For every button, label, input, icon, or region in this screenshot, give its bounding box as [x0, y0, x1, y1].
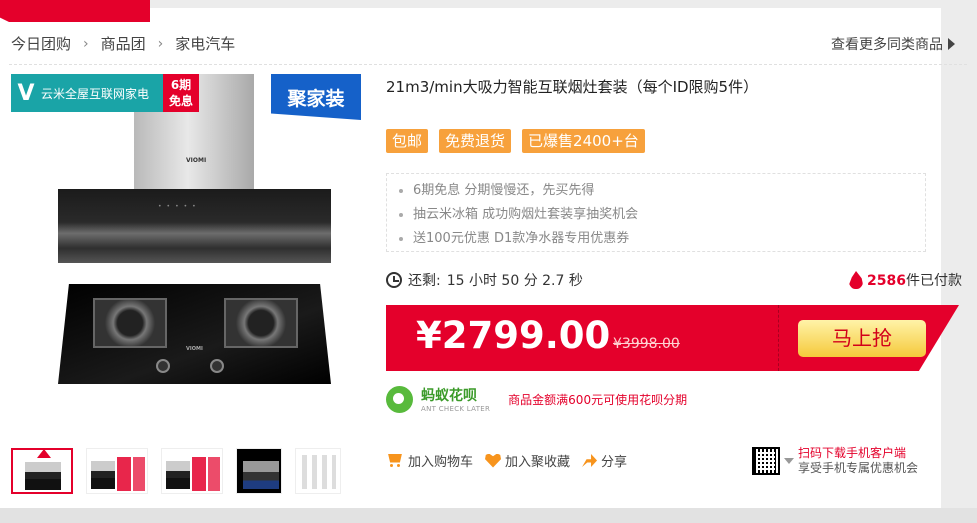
tag-free-shipping: 包邮: [386, 129, 429, 153]
jujia-tag: 聚家装: [271, 74, 361, 120]
hood-body: •••••: [58, 189, 331, 263]
brand-banner-text: 云米全屋互联网家电: [41, 86, 150, 101]
more-similar-link[interactable]: 查看更多同类商品: [831, 34, 955, 54]
heart-icon: [485, 453, 502, 468]
breadcrumb-today-groupbuy[interactable]: 今日团购: [11, 33, 71, 54]
gas-hob: VIOMI: [58, 284, 331, 384]
cart-icon: [386, 454, 404, 468]
huabei-logo-icon: [386, 385, 413, 413]
tag-sold-count: 已爆售2400+台: [522, 129, 645, 153]
original-price: ¥3998.00: [613, 336, 680, 352]
thumbnail-image: [166, 461, 190, 489]
share-button[interactable]: 分享: [582, 451, 627, 470]
thumbnail-image: [117, 457, 131, 491]
thumbnail-strip: [11, 448, 341, 494]
brand-banner: V 云米全屋互联网家电 6期 免息: [11, 74, 199, 112]
buy-now-button[interactable]: 马上抢: [798, 320, 926, 357]
installment-badge: 6期 免息: [163, 74, 199, 112]
thumbnail-image: [192, 457, 206, 491]
add-to-favorites-label: 加入聚收藏: [505, 455, 571, 470]
add-to-cart-label: 加入购物车: [408, 455, 474, 470]
caret-down-icon: [784, 458, 794, 464]
hob-logo: VIOMI: [186, 346, 203, 352]
breadcrumb-appliances-auto[interactable]: 家电汽车: [175, 33, 235, 54]
breadcrumb-goods-group[interactable]: 商品团: [101, 33, 146, 54]
hood-logo: VIOMI: [186, 157, 207, 164]
qr-download[interactable]: 扫码下载手机客户端 享受手机专属优惠机会: [752, 446, 918, 476]
sold-number: 2586: [867, 273, 906, 289]
thumbnail-image: [302, 455, 336, 489]
huabei-name: 蚂蚁花呗 ANT CHECK LATER: [421, 385, 490, 413]
add-to-cart-button[interactable]: 加入购物车: [386, 451, 473, 470]
sold-count: 2586件已付款: [849, 270, 962, 290]
thumbnail-image: [208, 457, 220, 491]
installment-badge-line2: 免息: [168, 94, 193, 108]
chevron-right-icon: ›: [157, 35, 164, 52]
thumbnail-image: [133, 457, 145, 491]
add-to-favorites-button[interactable]: 加入聚收藏: [485, 451, 570, 470]
product-title: 21m3/min大吸力智能互联烟灶套装（每个ID限购5件）: [386, 78, 759, 96]
thumbnail-4[interactable]: [236, 448, 282, 494]
thumbnail-1[interactable]: [11, 448, 73, 494]
installment-badge-line1: 6期: [170, 78, 192, 92]
qr-line2: 享受手机专属优惠机会: [798, 461, 919, 475]
qr-text: 扫码下载手机客户端 享受手机专属优惠机会: [798, 446, 918, 476]
tag-list: 包邮 免费退货 已爆售2400+台: [386, 129, 645, 153]
top-ribbon: [0, 0, 150, 22]
promo-item: 抽云米冰箱 成功购烟灶套装享抽奖机会: [413, 203, 925, 227]
huabei-note: 商品金额满600元可使用花呗分期: [508, 392, 688, 407]
left-knob: [156, 359, 170, 373]
tag-free-return: 免费退货: [439, 129, 512, 153]
share-icon: [582, 454, 598, 467]
chevron-right-icon: ›: [83, 35, 89, 52]
thumbnail-5[interactable]: [295, 448, 341, 494]
current-price: ¥2799.00: [416, 314, 611, 357]
countdown-label: 还剩:: [408, 273, 441, 289]
more-similar-label: 查看更多同类商品: [831, 37, 943, 53]
caret-right-icon: [948, 38, 955, 50]
main-product-image[interactable]: VIOMI ••••• VIOMI V 云米全屋互联网家电 6期 免息 聚家装: [11, 74, 361, 394]
huabei-name-en: ANT CHECK LATER: [421, 405, 491, 413]
countdown-value: 15 小时 50 分 2.7 秒: [446, 273, 583, 289]
bottom-strip: [0, 508, 977, 523]
promo-item: 6期免息 分期慢慢还，先买先得: [413, 179, 925, 203]
thumbnail-2[interactable]: [86, 448, 148, 494]
thumbnail-3[interactable]: [161, 448, 223, 494]
breadcrumb: 今日团购 › 商品团 › 家电汽车: [11, 33, 235, 54]
huabei-info: 蚂蚁花呗 ANT CHECK LATER 商品金额满600元可使用花呗分期: [386, 385, 687, 413]
action-bar: 加入购物车 加入聚收藏 分享: [386, 451, 627, 470]
right-knob: [210, 359, 224, 373]
share-label: 分享: [601, 455, 628, 470]
qr-line1: 扫码下载手机客户端: [798, 446, 907, 460]
thumbnail-image: [91, 461, 115, 489]
countdown: 还剩: 15 小时 50 分 2.7 秒: [386, 270, 583, 290]
promo-item: 送100元优惠 D1款净水器专用优惠券: [413, 227, 925, 251]
price-divider: [778, 305, 779, 371]
divider: [9, 64, 967, 65]
flame-icon: [849, 271, 864, 289]
clock-icon: [386, 272, 402, 288]
viomi-logo-icon: V: [17, 80, 35, 106]
left-burner: [93, 298, 167, 348]
price-bar: ¥2799.00 ¥3998.00 马上抢: [386, 305, 959, 371]
thumbnail-image: [243, 461, 279, 489]
hood-control-dots: •••••: [158, 203, 201, 210]
right-burner: [224, 298, 298, 348]
promo-list: 6期免息 分期慢慢还，先买先得 抽云米冰箱 成功购烟灶套装享抽奖机会 送100元…: [386, 173, 926, 252]
active-arrow-icon: [37, 450, 51, 458]
sold-suffix: 件已付款: [906, 273, 962, 289]
huabei-name-cn: 蚂蚁花呗: [421, 388, 477, 404]
thumbnail-image: [25, 462, 61, 490]
qr-code-icon: [752, 447, 780, 475]
